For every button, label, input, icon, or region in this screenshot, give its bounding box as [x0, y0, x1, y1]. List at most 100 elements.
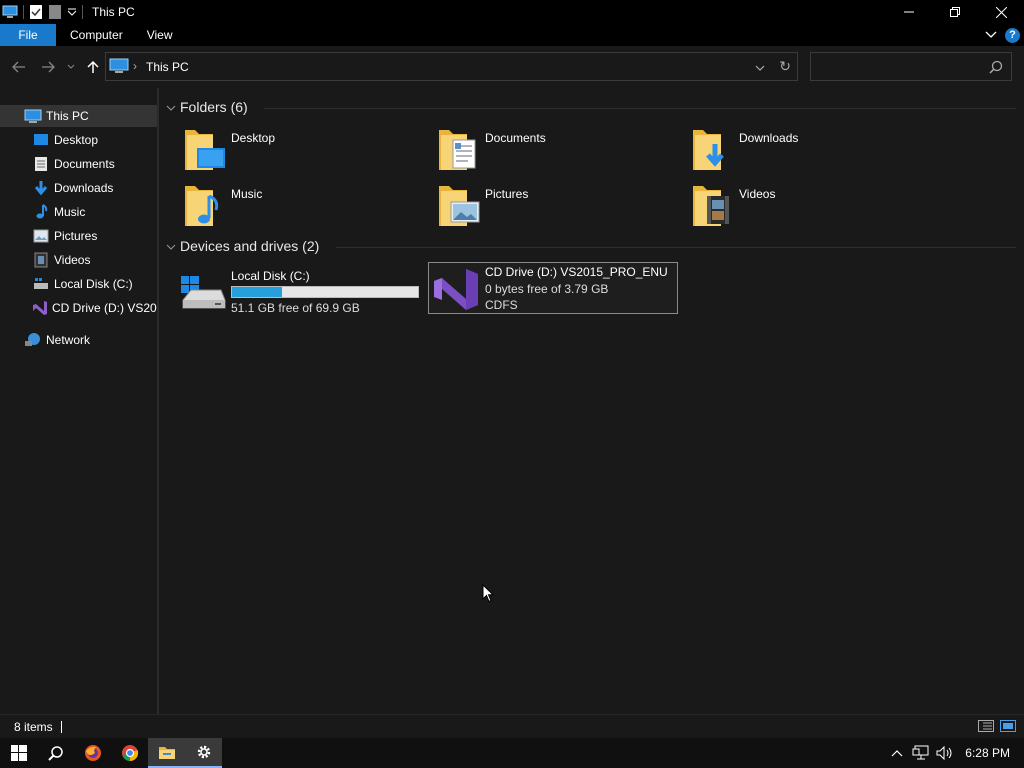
- collapse-chevron-icon[interactable]: [166, 99, 176, 115]
- music-folder-icon: [181, 182, 229, 230]
- breadcrumb-chevron-icon[interactable]: ›: [133, 59, 137, 73]
- firefox-icon: [84, 745, 101, 761]
- restore-icon: [950, 7, 960, 17]
- chrome-taskbar-button[interactable]: [111, 738, 148, 768]
- sidebar-item-videos[interactable]: Videos: [0, 249, 157, 271]
- desktop-icon: [32, 132, 50, 148]
- breadcrumb-this-pc[interactable]: This PC: [146, 60, 189, 74]
- visual-studio-icon: [432, 265, 480, 313]
- sidebar-item-label: Local Disk (C:): [54, 277, 133, 291]
- search-icon[interactable]: [989, 60, 1003, 77]
- refresh-icon[interactable]: ↻: [779, 58, 791, 75]
- download-arrow-icon: [32, 180, 50, 196]
- drive-free-space: 0 bytes free of 3.79 GB: [485, 282, 609, 296]
- network-status-icon[interactable]: [909, 745, 933, 761]
- details-view-icon[interactable]: [978, 720, 994, 735]
- chrome-icon: [121, 745, 138, 762]
- help-icon[interactable]: ?: [1005, 27, 1020, 43]
- drive-usage-bar: [231, 286, 419, 298]
- monitor-icon: [24, 108, 42, 124]
- customize-dropdown-icon[interactable]: [67, 0, 77, 24]
- up-arrow-icon: [87, 60, 99, 73]
- folder-tile-videos[interactable]: Videos: [689, 182, 939, 234]
- this-pc-icon: [109, 57, 129, 78]
- firefox-taskbar-button[interactable]: [74, 738, 111, 768]
- sidebar-item-pictures[interactable]: Pictures: [0, 225, 157, 247]
- file-explorer-taskbar-button[interactable]: [148, 738, 185, 768]
- music-note-icon: [32, 204, 50, 220]
- folder-tile-downloads[interactable]: Downloads: [689, 126, 939, 178]
- folder-tile-music[interactable]: Music: [181, 182, 431, 234]
- folder-tile-pictures[interactable]: Pictures: [435, 182, 685, 234]
- desktop-folder-icon: [181, 126, 229, 174]
- sidebar-item-downloads[interactable]: Downloads: [0, 177, 157, 199]
- up-button[interactable]: [82, 56, 104, 78]
- title-bar: This PC: [0, 0, 1024, 24]
- folder-tile-desktop[interactable]: Desktop: [181, 126, 431, 178]
- file-explorer-icon: [158, 747, 175, 759]
- address-bar[interactable]: › This PC ↻: [105, 52, 798, 81]
- status-divider: [60, 720, 62, 733]
- system-tray: 6:28 PM: [885, 738, 1024, 768]
- minimize-button[interactable]: [886, 0, 932, 24]
- show-hidden-icons-chevron-icon[interactable]: [885, 749, 909, 757]
- divider: [264, 108, 1016, 109]
- tab-file[interactable]: File: [0, 24, 56, 46]
- expand-ribbon-icon[interactable]: [985, 28, 997, 42]
- tab-view[interactable]: View: [135, 24, 185, 46]
- folder-label: Desktop: [231, 131, 276, 145]
- tab-computer[interactable]: Computer: [58, 24, 135, 46]
- sidebar-item-label: Documents: [54, 157, 115, 171]
- address-dropdown-icon[interactable]: [755, 61, 765, 75]
- back-button[interactable]: [8, 56, 30, 78]
- this-pc-icon[interactable]: [2, 0, 18, 24]
- forward-arrow-icon: [42, 61, 55, 73]
- start-button[interactable]: [0, 738, 37, 768]
- hard-drive-icon: [32, 276, 50, 292]
- sidebar-item-this-pc[interactable]: This PC: [0, 105, 157, 127]
- search-taskbar-button[interactable]: [37, 738, 74, 768]
- recent-locations-button[interactable]: [61, 56, 81, 78]
- windows-drive-icon: [181, 266, 229, 314]
- forward-button[interactable]: [37, 56, 59, 78]
- volume-icon[interactable]: [933, 746, 957, 760]
- sidebar-item-network[interactable]: Network: [0, 329, 157, 351]
- sidebar-item-local-disk[interactable]: Local Disk (C:): [0, 273, 157, 295]
- drive-tile-cd-drive[interactable]: CD Drive (D:) VS2015_PRO_ENU 0 bytes fre…: [428, 262, 678, 314]
- sidebar-item-label: Downloads: [54, 181, 114, 195]
- sidebar-item-documents[interactable]: Documents: [0, 153, 157, 175]
- mouse-pointer-icon: [482, 583, 495, 606]
- folders-group-title: Folders (6): [180, 99, 248, 115]
- folder-label: Pictures: [485, 187, 529, 201]
- pane-divider[interactable]: [157, 88, 159, 714]
- search-input[interactable]: [810, 52, 1012, 81]
- quick-access-toolbar: [0, 0, 88, 24]
- documents-icon: [32, 156, 50, 172]
- sidebar-item-label: Music: [54, 205, 86, 219]
- sidebar-item-music[interactable]: Music: [0, 201, 157, 223]
- sidebar-item-desktop[interactable]: Desktop: [0, 129, 157, 151]
- close-icon: [995, 6, 1007, 18]
- folder-tile-documents[interactable]: Documents: [435, 126, 685, 178]
- properties-icon[interactable]: [29, 0, 43, 24]
- drives-group-header[interactable]: Devices and drives (2): [166, 238, 319, 254]
- drive-tile-local-disk[interactable]: Local Disk (C:) 51.1 GB free of 69.9 GB: [181, 266, 421, 318]
- film-icon: [32, 252, 50, 268]
- downloads-folder-icon: [689, 126, 737, 174]
- drive-usage-fill: [232, 287, 283, 297]
- settings-taskbar-button[interactable]: [185, 738, 222, 768]
- collapse-chevron-icon[interactable]: [166, 238, 176, 254]
- clock[interactable]: 6:28 PM: [965, 746, 1010, 760]
- taskbar: 6:28 PM: [0, 738, 1024, 768]
- close-button[interactable]: [978, 0, 1024, 24]
- network-icon: [24, 332, 42, 348]
- new-folder-icon[interactable]: [49, 0, 61, 24]
- restore-button[interactable]: [932, 0, 978, 24]
- minimize-icon: [904, 11, 914, 13]
- sidebar-item-label: Desktop: [54, 133, 99, 147]
- large-icons-view-icon[interactable]: [1000, 720, 1016, 735]
- chevron-down-icon: [67, 64, 75, 69]
- sidebar-item-label: Videos: [54, 253, 91, 267]
- folders-group-header[interactable]: Folders (6): [166, 99, 248, 115]
- sidebar-item-cd-drive[interactable]: CD Drive (D:) VS201: [0, 297, 157, 319]
